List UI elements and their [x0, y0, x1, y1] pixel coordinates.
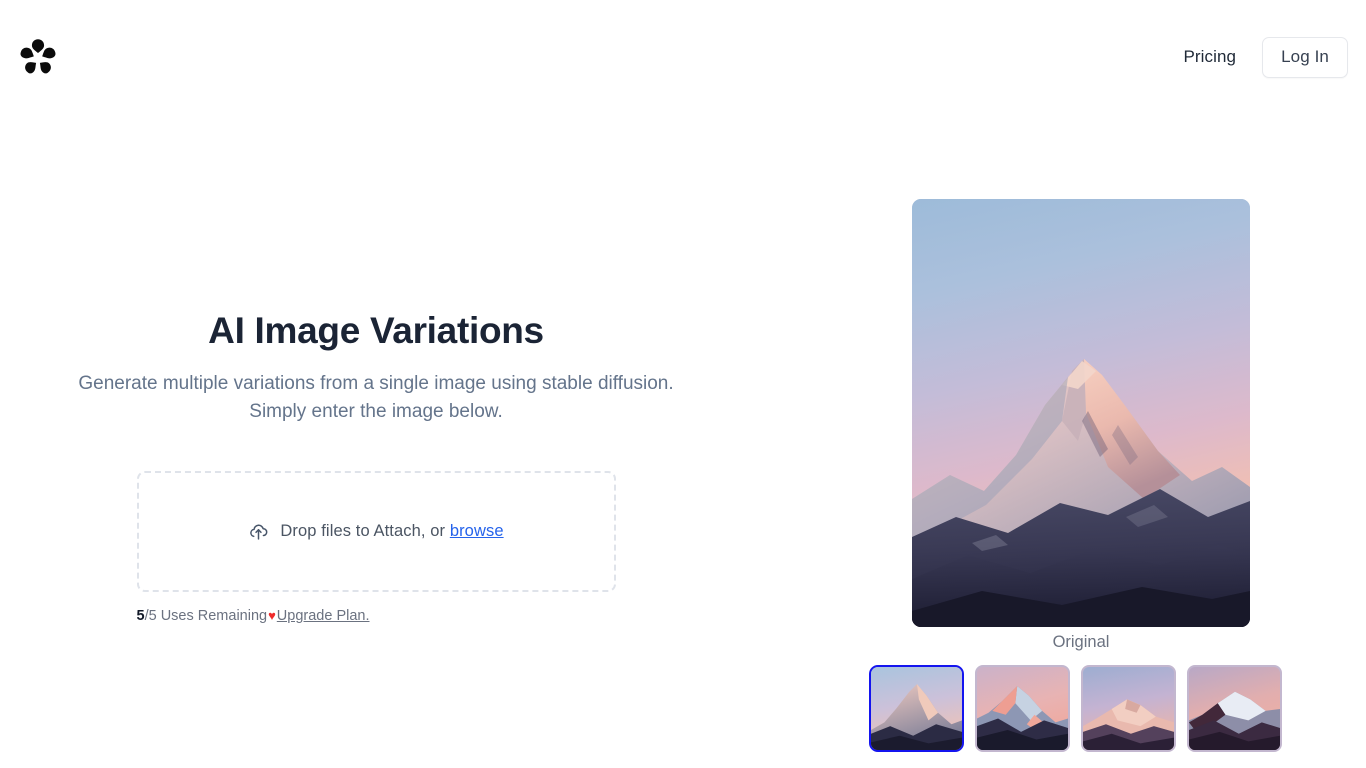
preview-panel: Original [752, 114, 1366, 768]
login-button[interactable]: Log In [1262, 36, 1348, 78]
cloud-upload-icon [248, 521, 269, 542]
dropzone-label: Drop files to Attach, or browse [280, 522, 503, 541]
usage-count: 5 [136, 607, 145, 624]
sakura-flower-logo[interactable] [18, 34, 58, 78]
nav-link-pricing[interactable]: Pricing [1183, 47, 1236, 67]
original-image-preview[interactable] [912, 199, 1250, 627]
image-caption: Original [1052, 633, 1110, 651]
thumbnail-variation-2[interactable] [1081, 665, 1176, 752]
dropzone-text: Drop files to Attach, or [280, 521, 446, 540]
usage-total: /5 Uses Remaining [144, 607, 268, 624]
site-header: Pricing Log In [0, 0, 1366, 114]
thumbnail-variation-1[interactable] [975, 665, 1070, 752]
browse-link[interactable]: browse [450, 522, 504, 540]
upgrade-plan-link[interactable]: Upgrade Plan. [277, 609, 370, 624]
heart-icon: ♥ [268, 608, 276, 624]
thumbnail-strip [869, 665, 1297, 752]
page-subtitle: Generate multiple variations from a sing… [78, 372, 674, 422]
usage-status: 5/5 Uses Remaining ♥ Upgrade Plan. [137, 609, 616, 624]
upload-panel: AI Image Variations Generate multiple va… [0, 114, 752, 768]
dropzone-content: Drop files to Attach, or browse [248, 520, 504, 542]
header-nav: Pricing Log In [1183, 36, 1348, 78]
thumbnail-original[interactable] [869, 665, 964, 752]
thumbnail-variation-3[interactable] [1187, 665, 1282, 752]
file-dropzone[interactable]: Drop files to Attach, or browse [136, 470, 616, 592]
page-title: AI Image Variations [208, 310, 544, 351]
